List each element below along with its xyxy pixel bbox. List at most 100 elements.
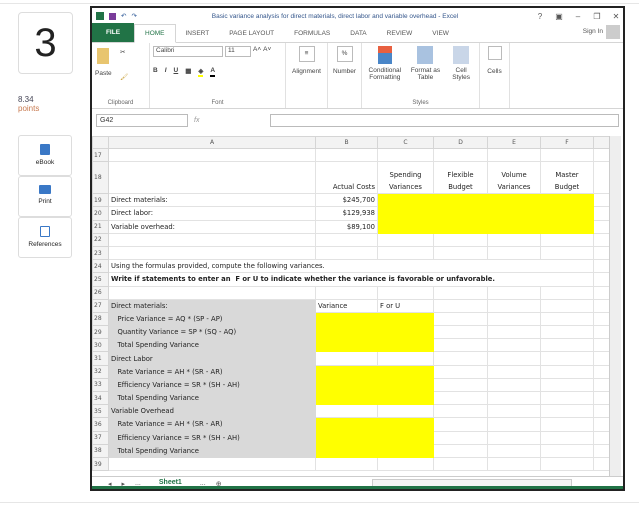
cell-b26[interactable]	[315, 285, 378, 300]
column-header-e[interactable]: E	[487, 136, 541, 149]
undo-icon[interactable]: ↶	[121, 12, 126, 20]
cell-g36[interactable]	[593, 417, 611, 432]
cell-c38[interactable]	[377, 443, 434, 458]
tab-review[interactable]: REVIEW	[377, 25, 423, 42]
cell-d36[interactable]	[433, 417, 488, 432]
cell-g34[interactable]	[593, 390, 611, 406]
row-header[interactable]: 35	[92, 404, 109, 419]
row-header[interactable]: 37	[92, 430, 109, 445]
cell-c23[interactable]	[377, 245, 434, 261]
shrink-font-icon[interactable]: A˅	[263, 46, 271, 57]
cell-b29[interactable]	[315, 325, 378, 340]
alignment-button[interactable]: ≡ Alignment	[286, 43, 328, 108]
cell-styles-button[interactable]: Cell Styles	[446, 46, 476, 81]
borders-icon[interactable]: ▦	[185, 67, 191, 77]
cell-c32[interactable]	[377, 364, 434, 379]
cell-e23[interactable]	[487, 245, 541, 261]
cell-d34[interactable]	[433, 390, 488, 406]
cell-g31[interactable]	[593, 351, 611, 366]
cell-b20[interactable]: $129,938	[315, 206, 378, 221]
column-header-g[interactable]	[593, 136, 611, 149]
cell-f28[interactable]	[540, 311, 594, 327]
cell-f31[interactable]	[540, 351, 594, 366]
cell-g30[interactable]	[593, 338, 611, 353]
cell-f26[interactable]	[540, 285, 594, 300]
column-header-f[interactable]: F	[540, 136, 594, 149]
print-button[interactable]: Print	[18, 176, 72, 217]
cell-g23[interactable]	[593, 245, 611, 261]
row-header[interactable]: 28	[92, 311, 109, 327]
cell-b38[interactable]	[315, 443, 378, 458]
cell-a34[interactable]: Total Spending Variance	[108, 390, 316, 406]
cell-f38[interactable]	[540, 443, 594, 458]
sign-in-link[interactable]: Sign In	[583, 25, 623, 42]
cell-c28[interactable]	[377, 311, 434, 327]
underline-button[interactable]: U	[174, 67, 179, 77]
cell-e29[interactable]	[487, 325, 541, 340]
cell-b19[interactable]: $245,700	[315, 193, 378, 208]
cell-a37[interactable]: Efficiency Variance = SR * (SH - AH)	[108, 430, 316, 445]
cell-e35[interactable]	[487, 404, 541, 419]
row-header[interactable]: 30	[92, 338, 109, 353]
font-name-select[interactable]: Calibri	[153, 46, 223, 57]
row-header[interactable]: 32	[92, 364, 109, 379]
cell-b21[interactable]: $89,100	[315, 219, 378, 234]
cell-g22[interactable]	[593, 232, 611, 247]
cell-a27[interactable]: Direct materials:	[108, 298, 316, 313]
cell-b32[interactable]	[315, 364, 378, 379]
cell-e27[interactable]	[487, 298, 541, 313]
format-painter-icon[interactable]: 🖌	[120, 73, 128, 81]
row-header[interactable]: 38	[92, 443, 109, 458]
cell-g26[interactable]	[593, 285, 611, 300]
cell-g27[interactable]	[593, 298, 611, 313]
cell-g35[interactable]	[593, 404, 611, 419]
cell-g17[interactable]	[593, 147, 611, 163]
cell-f27[interactable]	[540, 298, 594, 313]
minimize-button[interactable]: –	[571, 12, 585, 21]
cell-c33[interactable]	[377, 377, 434, 393]
column-header-c[interactable]: C	[377, 136, 434, 149]
row-header[interactable]: 39	[92, 456, 109, 472]
row-header[interactable]: 31	[92, 351, 109, 366]
cell-a31[interactable]: Direct Labor	[108, 351, 316, 366]
cell-g28[interactable]	[593, 311, 611, 327]
cell-d39[interactable]	[433, 456, 488, 472]
cell-e33[interactable]	[487, 377, 541, 393]
cell-f21[interactable]	[540, 219, 594, 234]
cell-d29[interactable]	[433, 325, 488, 340]
ebook-button[interactable]: eBook	[18, 135, 72, 176]
cell-e22[interactable]	[487, 232, 541, 247]
cell-b28[interactable]	[315, 311, 378, 327]
cell-c35[interactable]	[377, 404, 434, 419]
cell-c34[interactable]	[377, 390, 434, 406]
cell-f35[interactable]	[540, 404, 594, 419]
cell-b22[interactable]	[315, 232, 378, 247]
row-header[interactable]: 17	[92, 147, 109, 163]
formula-input[interactable]	[270, 113, 619, 127]
cell-a32[interactable]: Rate Variance = AH * (SR - AR)	[108, 364, 316, 379]
name-box[interactable]: G42	[96, 113, 188, 127]
cell-e32[interactable]	[487, 364, 541, 379]
cell-a33[interactable]: Efficiency Variance = SR * (SH - AH)	[108, 377, 316, 393]
cell-d38[interactable]	[433, 443, 488, 458]
cell-e37[interactable]	[487, 430, 541, 445]
cell-c21[interactable]	[377, 219, 434, 234]
cell-d20[interactable]	[433, 206, 488, 221]
cell-e36[interactable]	[487, 417, 541, 432]
cell-a18[interactable]	[108, 161, 316, 195]
row-header[interactable]: 34	[92, 390, 109, 406]
row-header[interactable]: 26	[92, 285, 109, 300]
italic-button[interactable]: I	[165, 67, 167, 77]
cell-d17[interactable]	[433, 147, 488, 163]
row-header[interactable]: 19	[92, 193, 109, 208]
cell-d32[interactable]	[433, 364, 488, 379]
paste-button[interactable]: Paste	[95, 46, 112, 77]
cell-f39[interactable]	[540, 456, 594, 472]
fill-color-icon[interactable]: ◈	[198, 67, 204, 77]
cell-a21[interactable]: Variable overhead:	[108, 219, 316, 234]
cell-c22[interactable]	[377, 232, 434, 247]
cell-d22[interactable]	[433, 232, 488, 247]
column-header-d[interactable]: D	[433, 136, 488, 149]
cell-f32[interactable]	[540, 364, 594, 379]
cell-b18[interactable]: Actual Costs	[315, 161, 378, 195]
